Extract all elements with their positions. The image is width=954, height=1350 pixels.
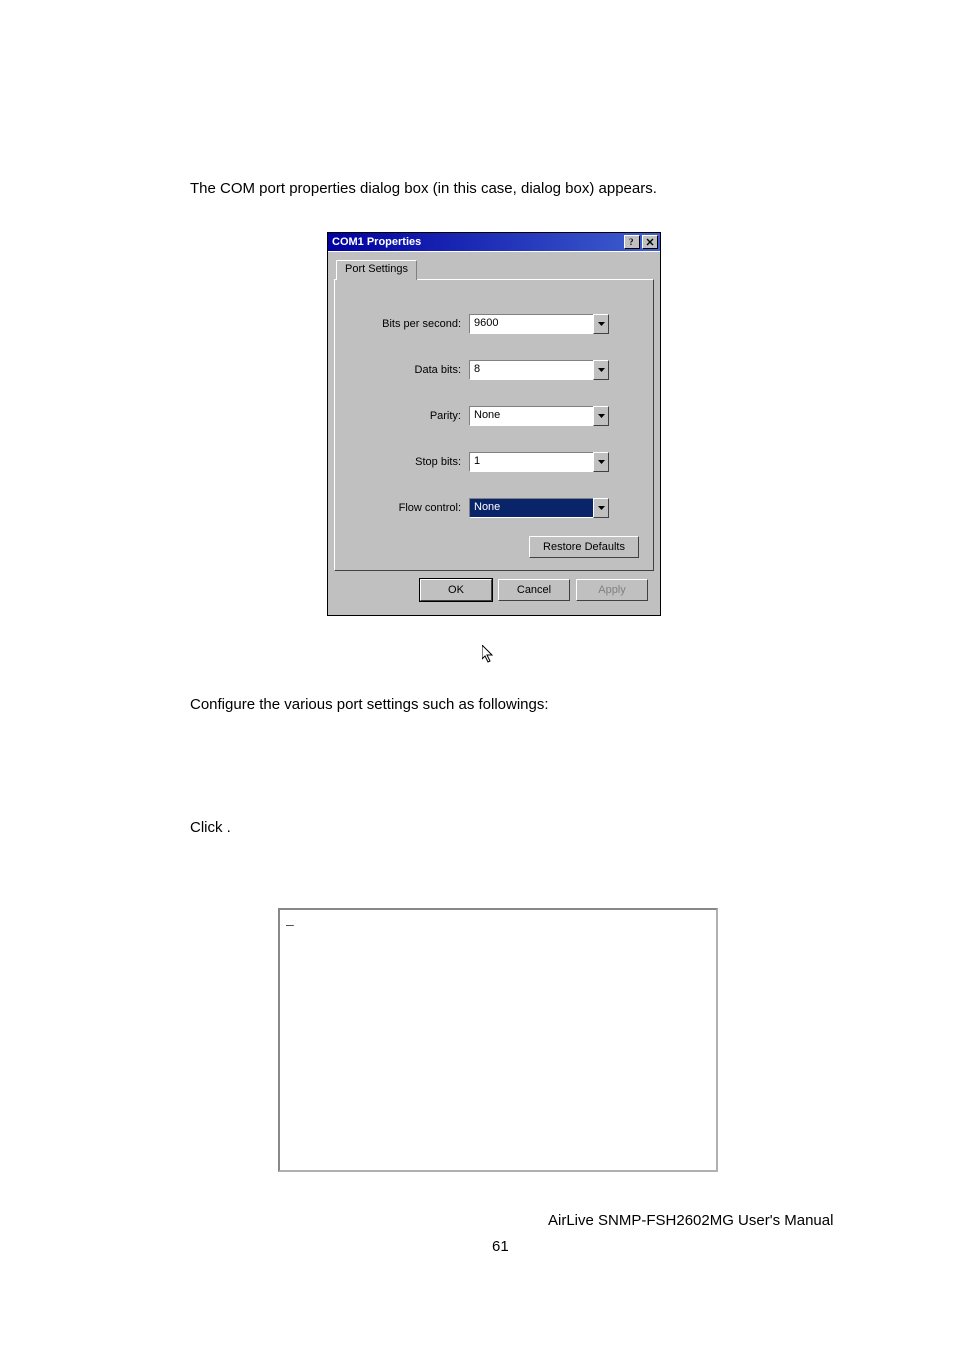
chevron-down-icon[interactable] (593, 360, 609, 380)
restore-defaults-button[interactable]: Restore Defaults (529, 536, 639, 558)
dialog-title: COM1 Properties (332, 236, 622, 248)
label-flow-control: Flow control: (349, 502, 469, 514)
tab-panel: Bits per second: 9600 Data bits: 8 (334, 279, 654, 571)
row-stop-bits: Stop bits: 1 (349, 452, 639, 472)
row-parity: Parity: None (349, 406, 639, 426)
svg-text:?: ? (629, 237, 634, 247)
chevron-down-icon[interactable] (593, 406, 609, 426)
row-flow-control: Flow control: None (349, 498, 639, 518)
apply-button[interactable]: Apply (576, 579, 648, 601)
cursor-icon (482, 645, 496, 663)
combo-data-bits[interactable]: 8 (469, 360, 609, 380)
chevron-down-icon[interactable] (593, 498, 609, 518)
value-data-bits: 8 (469, 360, 593, 380)
tab-strip: Port Settings (334, 258, 654, 280)
tab-port-settings[interactable]: Port Settings (336, 260, 417, 280)
dialog-body: Port Settings Bits per second: 9600 Data… (328, 251, 660, 615)
dialog-button-row: OK Cancel Apply (334, 571, 654, 607)
value-stop-bits: 1 (469, 452, 593, 472)
label-bits-per-second: Bits per second: (349, 318, 469, 330)
chevron-down-icon[interactable] (593, 314, 609, 334)
label-stop-bits: Stop bits: (349, 456, 469, 468)
value-parity: None (469, 406, 593, 426)
combo-stop-bits[interactable]: 1 (469, 452, 609, 472)
close-button[interactable] (642, 235, 658, 249)
label-data-bits: Data bits: (349, 364, 469, 376)
inset-dash: – (286, 916, 294, 932)
chevron-down-icon[interactable] (593, 452, 609, 472)
blank-inset-box: – (278, 908, 718, 1172)
intro-line: The COM port properties dialog box (in t… (190, 178, 850, 199)
footer-manual-title: AirLive SNMP-FSH2602MG User's Manual (548, 1212, 833, 1229)
value-bits-per-second: 9600 (469, 314, 593, 334)
ok-button[interactable]: OK (420, 579, 492, 601)
label-parity: Parity: (349, 410, 469, 422)
titlebar[interactable]: COM1 Properties ? (328, 233, 660, 251)
cancel-button[interactable]: Cancel (498, 579, 570, 601)
configure-text: Configure the various port settings such… (190, 694, 549, 715)
row-data-bits: Data bits: 8 (349, 360, 639, 380)
row-bits-per-second: Bits per second: 9600 (349, 314, 639, 334)
combo-flow-control[interactable]: None (469, 498, 609, 518)
value-flow-control: None (469, 498, 593, 518)
combo-bits-per-second[interactable]: 9600 (469, 314, 609, 334)
click-text: Click . (190, 817, 231, 838)
combo-parity[interactable]: None (469, 406, 609, 426)
com1-properties-dialog: COM1 Properties ? Port Settings Bits per… (327, 232, 661, 616)
help-button[interactable]: ? (624, 235, 640, 249)
page-number: 61 (492, 1238, 509, 1255)
